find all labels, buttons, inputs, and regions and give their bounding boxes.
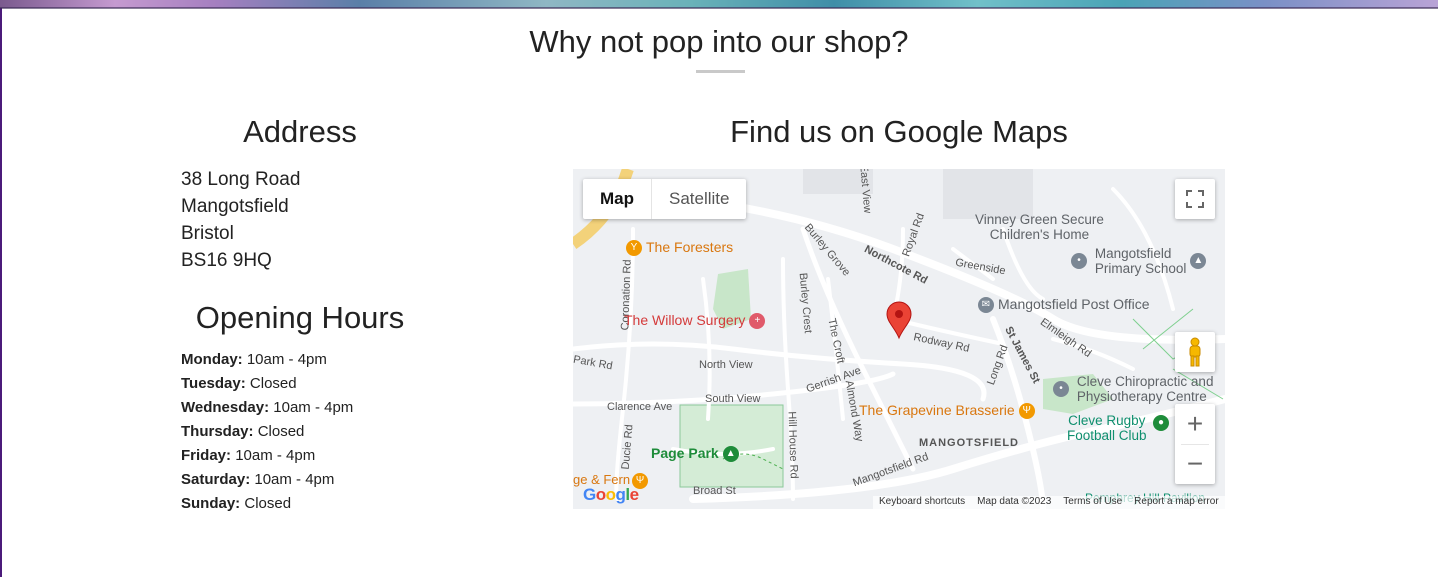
street-label: Clarence Ave [607, 401, 673, 413]
address-line: 38 Long Road [181, 169, 301, 190]
street-label: Broad St [693, 485, 736, 497]
banner-edge [0, 7, 1438, 9]
logo-letter: G [583, 485, 596, 504]
hours-time: Closed [249, 375, 297, 392]
terms-of-use-link[interactable]: Terms of Use [1063, 496, 1122, 509]
poi-label: The Foresters [646, 239, 734, 255]
street-label: Hill House Rd [785, 411, 800, 479]
zoom-divider [1181, 444, 1209, 445]
poi-cleve-chiropractic[interactable]: • Cleve Chiropractic and Physiotherapy C… [1053, 374, 1213, 404]
poi-post-office[interactable]: ✉ Mangotsfield Post Office [978, 296, 1150, 314]
title-underline [696, 70, 745, 73]
map-type-control: Map Satellite [583, 179, 747, 219]
hours-day: Thursday: [181, 423, 254, 440]
poi-the-foresters[interactable]: Y The Foresters [626, 239, 734, 257]
hours-row: Sunday: Closed [181, 492, 353, 516]
hours-row: Monday: 10am - 4pm [181, 348, 353, 372]
hours-day: Wednesday: [181, 399, 270, 416]
hours-time: 10am - 4pm [235, 447, 316, 464]
logo-letter: g [615, 485, 626, 504]
pin-icon: • [1071, 253, 1087, 269]
school-icon: ▲ [1190, 253, 1207, 269]
page-left-border [0, 0, 2, 577]
poi-cleve-rugby[interactable]: Cleve Rugby Football Club [1067, 413, 1147, 443]
pin-icon: • [1053, 381, 1069, 397]
map-attribution: Keyboard shortcuts Map data ©2023 Terms … [873, 496, 1225, 509]
logo-letter: e [629, 485, 639, 504]
hours-day: Friday: [181, 447, 232, 464]
poi-page-park[interactable]: Page Park ▲ [651, 445, 743, 463]
street-label: North View [699, 359, 753, 371]
poi-label: Primary School [1094, 261, 1187, 276]
zoom-out-button[interactable]: − [1175, 444, 1215, 484]
hours-row: Tuesday: Closed [181, 372, 353, 396]
fullscreen-icon [1186, 190, 1204, 208]
hours-time: 10am - 4pm [273, 399, 354, 416]
hours-time: 10am - 4pm [246, 351, 327, 368]
hours-day: Sunday: [181, 495, 241, 512]
opening-hours-list: Monday: 10am - 4pm Tuesday: Closed Wedne… [181, 348, 353, 516]
poi-label: Vinney Green Secure [975, 212, 1104, 227]
hours-row: Thursday: Closed [181, 420, 353, 444]
poi-label: The Willow Surgery [624, 312, 746, 328]
hours-row: Friday: 10am - 4pm [181, 444, 353, 468]
hours-row: Wednesday: 10am - 4pm [181, 396, 353, 420]
mail-icon: ✉ [978, 297, 994, 314]
pegman-icon [1189, 337, 1201, 367]
area-label: MANGOTSFIELD [919, 437, 1019, 449]
address-block: 38 Long Road Mangotsfield Bristol BS16 9… [181, 166, 300, 274]
location-pin-icon[interactable] [885, 300, 913, 340]
poi-primary-school[interactable]: • Mangotsfield Primary School ▲ [1071, 246, 1210, 276]
poi-label: Football Club [1067, 428, 1147, 443]
logo-letter: o [605, 485, 616, 504]
google-map[interactable]: Rd Northcote Rd Burley Grove Royal Rd Gr… [573, 169, 1225, 509]
hours-time: 10am - 4pm [254, 471, 335, 488]
poi-willow-surgery[interactable]: The Willow Surgery + [624, 312, 769, 330]
address-line: BS16 9HQ [181, 250, 272, 271]
poi-label: Children's Home [989, 227, 1090, 242]
street-view-pegman-button[interactable] [1175, 332, 1215, 372]
minus-icon: − [1186, 448, 1204, 479]
poi-label: Mangotsfield [1094, 246, 1172, 261]
map-type-map-button[interactable]: Map [583, 179, 652, 219]
hours-day: Saturday: [181, 471, 251, 488]
hours-row: Saturday: 10am - 4pm [181, 468, 353, 492]
keyboard-shortcuts-link[interactable]: Keyboard shortcuts [879, 496, 965, 509]
poi-label: Cleve Rugby [1068, 413, 1146, 428]
tree-icon: ▲ [722, 446, 739, 463]
logo-letter: o [595, 485, 606, 504]
poi-label: Cleve Chiropractic and [1076, 374, 1214, 389]
google-logo[interactable]: Google [583, 485, 639, 505]
map-heading: Find us on Google Maps [730, 114, 1068, 149]
plus-icon: + [1186, 408, 1204, 439]
address-heading: Address [243, 114, 357, 149]
hours-day: Tuesday: [181, 375, 246, 392]
medical-icon: + [749, 313, 766, 330]
zoom-in-button[interactable]: + [1175, 404, 1215, 444]
poi-label: Page Park [651, 445, 719, 461]
address-line: Bristol [181, 223, 234, 244]
section-title: Why not pop into our shop? [529, 24, 909, 59]
restaurant-icon: Ψ [1018, 403, 1035, 420]
sports-icon: ● [1153, 415, 1169, 431]
hours-day: Monday: [181, 351, 243, 368]
bar-icon: Y [626, 240, 642, 257]
fullscreen-button[interactable] [1175, 179, 1215, 219]
poi-label: Mangotsfield Post Office [998, 296, 1150, 312]
zoom-control: + − [1175, 404, 1215, 484]
opening-hours-heading: Opening Hours [195, 300, 405, 335]
report-map-error-link[interactable]: Report a map error [1134, 496, 1218, 509]
street-label: South View [705, 393, 761, 405]
map-type-satellite-button[interactable]: Satellite [652, 179, 746, 219]
hours-time: Closed [257, 423, 305, 440]
poi-label: The Grapevine Brasserie [859, 402, 1015, 418]
poi-grapevine-brasserie[interactable]: The Grapevine Brasserie Ψ [859, 402, 1039, 420]
poi-label: Physiotherapy Centre [1076, 389, 1207, 404]
map-data-text: Map data ©2023 [977, 496, 1052, 507]
address-line: Mangotsfield [181, 196, 289, 217]
hours-time: Closed [244, 495, 292, 512]
poi-vinney-green[interactable]: Vinney Green Secure Children's Home [975, 212, 1104, 242]
